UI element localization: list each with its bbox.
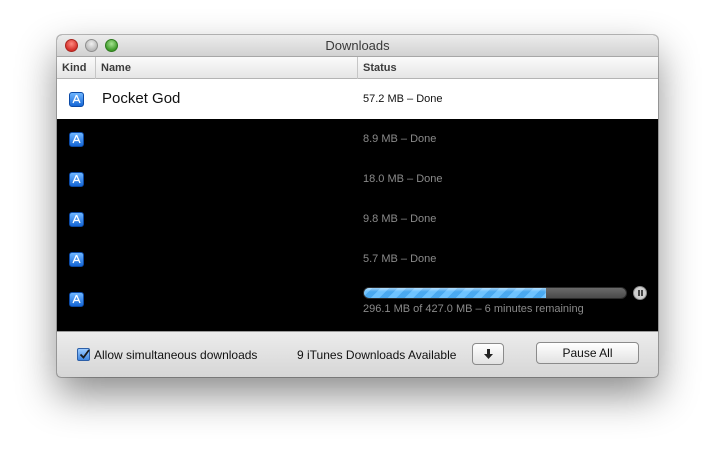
download-arrow-icon: [484, 349, 493, 359]
download-status: 57.2 MB – Done: [363, 93, 443, 105]
app-store-icon: [69, 132, 84, 147]
column-header-kind[interactable]: Kind: [57, 57, 96, 79]
pause-all-button[interactable]: Pause All: [536, 342, 639, 364]
downloads-list[interactable]: Pocket God 57.2 MB – Done 8.9 MB – Done …: [57, 79, 658, 331]
app-store-icon: [69, 92, 84, 107]
column-header: Kind Name Status: [57, 57, 658, 79]
download-row[interactable]: 8.9 MB – Done: [57, 119, 658, 159]
download-row[interactable]: 5.7 MB – Done: [57, 239, 658, 279]
title-bar[interactable]: Downloads: [57, 35, 658, 57]
download-status: 18.0 MB – Done: [363, 173, 443, 185]
download-status: 8.9 MB – Done: [363, 133, 437, 145]
window-title: Downloads: [325, 38, 390, 53]
download-available-button[interactable]: [472, 343, 504, 365]
app-store-icon: [69, 212, 84, 227]
column-header-status[interactable]: Status: [358, 57, 658, 79]
app-store-icon: [69, 292, 84, 307]
download-row[interactable]: Pocket God 57.2 MB – Done: [57, 79, 658, 119]
download-status: 9.8 MB – Done: [363, 213, 437, 225]
footer-bar: Allow simultaneous downloads 9 iTunes Do…: [57, 331, 658, 377]
download-progress-fill: [364, 288, 546, 298]
allow-simultaneous-checkbox[interactable]: [77, 348, 90, 361]
download-progress-text: 296.1 MB of 427.0 MB – 6 minutes remaini…: [363, 303, 584, 315]
download-progress-bar: [363, 287, 627, 299]
column-header-name[interactable]: Name: [96, 57, 358, 79]
app-store-icon: [69, 172, 84, 187]
app-store-icon: [69, 252, 84, 267]
download-status: 5.7 MB – Done: [363, 253, 437, 265]
download-row-in-progress[interactable]: 296.1 MB of 427.0 MB – 6 minutes remaini…: [57, 279, 658, 319]
allow-simultaneous-label[interactable]: Allow simultaneous downloads: [94, 348, 257, 362]
download-name: Pocket God: [102, 90, 181, 107]
downloads-window: Downloads Kind Name Status Pocket God 57…: [57, 35, 658, 377]
downloads-available-text: 9 iTunes Downloads Available: [297, 348, 457, 362]
download-row[interactable]: 9.8 MB – Done: [57, 199, 658, 239]
download-row[interactable]: 18.0 MB – Done: [57, 159, 658, 199]
pause-download-button[interactable]: [633, 286, 647, 300]
